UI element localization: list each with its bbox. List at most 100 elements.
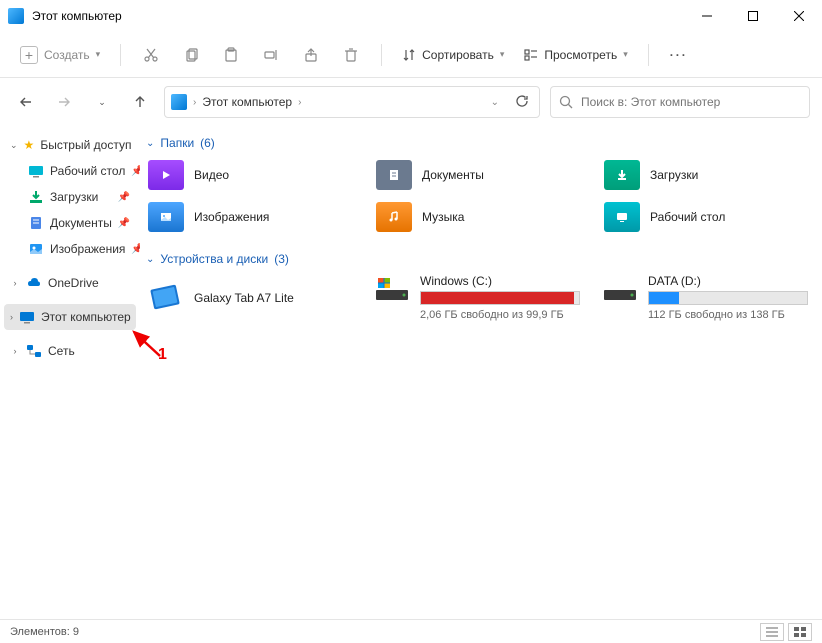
address-dropdown[interactable]: ⌄ bbox=[485, 97, 505, 108]
group-title: Папки bbox=[160, 136, 194, 150]
create-button[interactable]: + Создать ▾ bbox=[12, 42, 108, 68]
sort-button[interactable]: Сортировать ▾ bbox=[394, 44, 512, 66]
sidebar-item-network[interactable]: › Сеть bbox=[4, 338, 136, 364]
search-box[interactable] bbox=[550, 86, 810, 118]
up-button[interactable] bbox=[126, 88, 154, 116]
device-tablet[interactable]: Galaxy Tab A7 Lite bbox=[146, 274, 356, 321]
item-label: Рабочий стол bbox=[650, 210, 725, 224]
folder-icon bbox=[604, 202, 640, 232]
sidebar-item-label: Сеть bbox=[48, 344, 75, 358]
status-bar: Элементов: 9 bbox=[0, 619, 822, 643]
sidebar-item-onedrive[interactable]: › OneDrive bbox=[4, 270, 136, 296]
folder-icon bbox=[148, 160, 184, 190]
refresh-button[interactable] bbox=[511, 94, 533, 111]
folder-icon bbox=[148, 202, 184, 232]
details-view-button[interactable] bbox=[760, 623, 784, 641]
folder-downloads[interactable]: Загрузки bbox=[602, 158, 812, 192]
titlebar: Этот компьютер bbox=[0, 0, 822, 32]
item-label: Изображения bbox=[194, 210, 269, 224]
chevron-right-icon[interactable]: › bbox=[10, 312, 13, 322]
maximize-button[interactable] bbox=[730, 0, 776, 32]
breadcrumb-root[interactable]: Этот компьютер bbox=[202, 95, 292, 109]
pc-icon bbox=[19, 309, 35, 325]
group-header-folders[interactable]: ⌄ Папки (6) bbox=[146, 132, 812, 158]
share-button[interactable] bbox=[293, 37, 329, 73]
chevron-down-icon: ▾ bbox=[500, 49, 505, 60]
forward-button[interactable] bbox=[50, 88, 78, 116]
sidebar-item-pictures[interactable]: Изображения 📌 bbox=[22, 236, 136, 262]
recent-button[interactable]: ⌄ bbox=[88, 88, 116, 116]
desktop-icon bbox=[28, 163, 44, 179]
pin-icon: 📌 bbox=[118, 192, 130, 203]
app-icon bbox=[8, 8, 24, 24]
drive-icon bbox=[602, 274, 638, 304]
sidebar-item-downloads[interactable]: Загрузки 📌 bbox=[22, 184, 136, 210]
close-button[interactable] bbox=[776, 0, 822, 32]
sidebar-item-label: Документы bbox=[50, 216, 112, 230]
copy-button[interactable] bbox=[173, 37, 209, 73]
document-icon bbox=[28, 215, 44, 231]
item-label: Музыка bbox=[422, 210, 464, 224]
folder-icon bbox=[376, 160, 412, 190]
drive-usage-bar bbox=[420, 291, 580, 305]
group-header-devices[interactable]: ⌄ Устройства и диски (3) bbox=[146, 248, 812, 274]
folder-icon bbox=[604, 160, 640, 190]
back-button[interactable] bbox=[12, 88, 40, 116]
tablet-icon bbox=[148, 283, 184, 313]
group-count: (6) bbox=[200, 136, 215, 150]
chevron-right-icon[interactable]: › bbox=[10, 278, 20, 288]
sidebar-item-label: Этот компьютер bbox=[41, 310, 131, 324]
folder-icon bbox=[376, 202, 412, 232]
drive-icon bbox=[374, 274, 410, 304]
picture-icon bbox=[28, 241, 44, 257]
window-title: Этот компьютер bbox=[32, 9, 684, 23]
pin-icon: 📌 bbox=[118, 218, 130, 229]
view-button[interactable]: Просмотреть ▾ bbox=[516, 44, 635, 66]
search-input[interactable] bbox=[581, 95, 801, 109]
pin-icon: 📌 bbox=[131, 244, 140, 255]
sidebar-item-label: Изображения bbox=[50, 242, 125, 256]
group-title: Устройства и диски bbox=[160, 252, 268, 266]
cut-button[interactable] bbox=[133, 37, 169, 73]
delete-button[interactable] bbox=[333, 37, 369, 73]
item-label: Видео bbox=[194, 168, 229, 182]
sidebar-item-quick-access[interactable]: ⌄ ★ Быстрый доступ bbox=[4, 132, 136, 158]
chevron-right-icon[interactable]: › bbox=[10, 346, 20, 356]
item-label: Galaxy Tab A7 Lite bbox=[194, 291, 294, 305]
sidebar-item-this-pc[interactable]: › Этот компьютер bbox=[4, 304, 136, 330]
sidebar-item-label: Рабочий стол bbox=[50, 164, 125, 178]
view-label: Просмотреть bbox=[544, 48, 617, 62]
search-icon bbox=[559, 95, 573, 109]
pc-icon bbox=[171, 94, 187, 110]
minimize-button[interactable] bbox=[684, 0, 730, 32]
drive-free-text: 112 ГБ свободно из 138 ГБ bbox=[648, 309, 808, 321]
pin-icon: 📌 bbox=[131, 166, 140, 177]
folder-desktop[interactable]: Рабочий стол bbox=[602, 200, 812, 234]
more-button[interactable]: ··· bbox=[661, 37, 697, 73]
sidebar-item-documents[interactable]: Документы 📌 bbox=[22, 210, 136, 236]
chevron-down-icon: ▾ bbox=[623, 49, 628, 60]
paste-button[interactable] bbox=[213, 37, 249, 73]
status-item-count: Элементов: 9 bbox=[10, 626, 79, 638]
sidebar-item-label: Загрузки bbox=[50, 190, 98, 204]
chevron-down-icon: ▾ bbox=[96, 49, 101, 60]
drive-c[interactable]: Windows (C:) 2,06 ГБ свободно из 99,9 ГБ bbox=[374, 274, 584, 321]
toolbar: + Создать ▾ Сортировать ▾ Просмотреть ▾ … bbox=[0, 32, 822, 78]
sidebar-item-desktop[interactable]: Рабочий стол 📌 bbox=[22, 158, 136, 184]
thumbnails-view-button[interactable] bbox=[788, 623, 812, 641]
folder-documents[interactable]: Документы bbox=[374, 158, 584, 192]
chevron-right-icon: › bbox=[193, 97, 196, 108]
drive-usage-bar bbox=[648, 291, 808, 305]
folder-music[interactable]: Музыка bbox=[374, 200, 584, 234]
folder-pictures[interactable]: Изображения bbox=[146, 200, 356, 234]
drive-free-text: 2,06 ГБ свободно из 99,9 ГБ bbox=[420, 309, 580, 321]
group-count: (3) bbox=[274, 252, 289, 266]
drive-d[interactable]: DATA (D:) 112 ГБ свободно из 138 ГБ bbox=[602, 274, 812, 321]
chevron-down-icon: ⌄ bbox=[146, 138, 154, 149]
folder-video[interactable]: Видео bbox=[146, 158, 356, 192]
rename-button[interactable] bbox=[253, 37, 289, 73]
create-label: Создать bbox=[44, 48, 90, 62]
address-bar[interactable]: › Этот компьютер › ⌄ bbox=[164, 86, 540, 118]
separator bbox=[381, 44, 382, 66]
chevron-down-icon[interactable]: ⌄ bbox=[10, 140, 18, 151]
